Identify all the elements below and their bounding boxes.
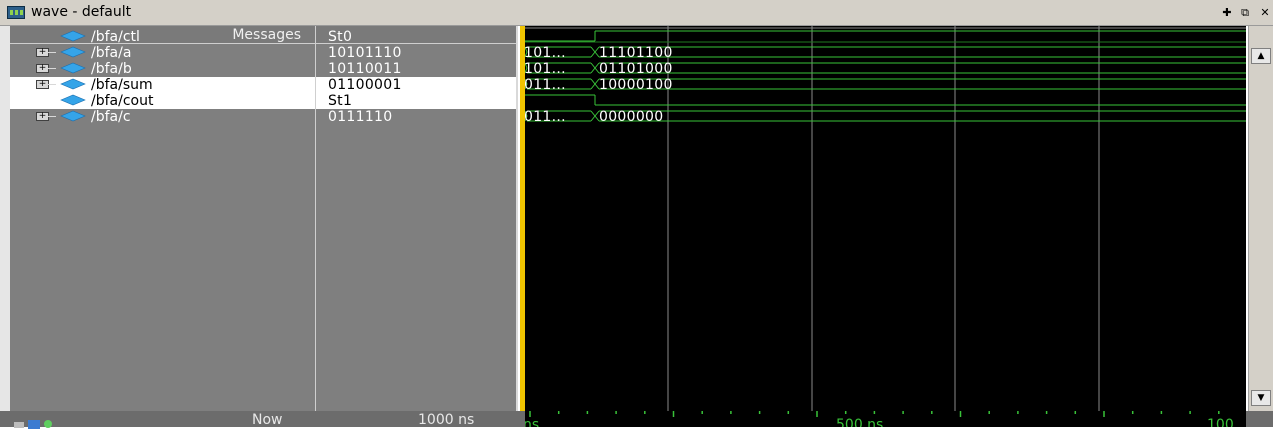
- pane-left-margin: [0, 26, 10, 427]
- signal-row[interactable]: /bfa/ctl: [10, 29, 315, 45]
- signal-value: St0: [328, 29, 353, 45]
- scroll-up-icon[interactable]: ▲: [1251, 48, 1271, 64]
- signal-value-row[interactable]: 10110011: [316, 61, 516, 77]
- signal-name: /bfa/b: [91, 61, 132, 77]
- wave-window-icon: [7, 6, 25, 19]
- signal-value: 0111110: [328, 109, 393, 125]
- bus-value-label: 0000000: [599, 109, 664, 125]
- ruler-start-label: ns: [525, 417, 540, 427]
- signal-row[interactable]: +/bfa/a: [10, 45, 315, 61]
- signal-row[interactable]: +/bfa/sum: [10, 77, 315, 93]
- undock-icon[interactable]: ⧉: [1238, 6, 1252, 19]
- signal-name: /bfa/c: [91, 109, 131, 125]
- signal-value: 10101110: [328, 45, 402, 61]
- signal-name: /bfa/ctl: [91, 29, 140, 45]
- ruler-end-label: 100: [1207, 417, 1234, 427]
- time-ruler: ns 500 ns 100: [525, 411, 1246, 427]
- signal-value: 10110011: [328, 61, 402, 77]
- bus-value-label: 101...: [525, 61, 566, 77]
- signal-value-row[interactable]: St1: [316, 93, 516, 109]
- lock-cursor-icon: [28, 420, 40, 429]
- signal-row[interactable]: +/bfa/b: [10, 61, 315, 77]
- ruler-mid-label: 500 ns: [836, 417, 884, 427]
- bus-value-label: 101...: [525, 45, 566, 61]
- vertical-scrollbar[interactable]: ▲ ▼: [1248, 26, 1273, 411]
- close-icon[interactable]: ✕: [1258, 6, 1272, 19]
- cursor-tools[interactable]: [12, 414, 72, 429]
- signal-value-row[interactable]: 10101110: [316, 45, 516, 61]
- bus-value-label: 01101000: [599, 61, 673, 77]
- signal-value-row[interactable]: St0: [316, 29, 516, 45]
- signal-value: 01100001: [328, 77, 402, 93]
- bus-value-label: 011...: [525, 109, 566, 125]
- now-label: Now: [252, 412, 283, 428]
- bus-value-label: 10000100: [599, 77, 673, 93]
- add-cursor-icon: [14, 422, 24, 428]
- bus-value-label: 011...: [525, 77, 566, 93]
- window-titlebar: wave - default ✚ ⧉ ✕: [0, 0, 1273, 26]
- signal-names-pane[interactable]: Messages /bfa/ctl +/bfa/a +/bfa/b +/bfa/sum…: [10, 26, 316, 411]
- signal-value-row[interactable]: 01100001: [316, 77, 516, 93]
- window-title: wave - default: [31, 4, 132, 20]
- dock-icon[interactable]: ✚: [1220, 6, 1234, 19]
- scroll-down-icon[interactable]: ▼: [1251, 390, 1271, 406]
- waveform-area[interactable]: 101... 11101100 101... 01101000 011... 100001…: [525, 26, 1246, 411]
- signal-value: St1: [328, 93, 353, 109]
- signal-name: /bfa/a: [91, 45, 132, 61]
- signal-values-pane[interactable]: St0 10101110 10110011 01100001 St1 0111110: [316, 26, 518, 411]
- now-value: 1000 ns: [418, 412, 475, 428]
- signal-value-row[interactable]: 0111110: [316, 109, 516, 125]
- signal-row[interactable]: /bfa/cout: [10, 93, 315, 109]
- bus-value-label: 11101100: [599, 45, 673, 61]
- signal-row[interactable]: +/bfa/c: [10, 109, 315, 125]
- signal-name: /bfa/sum: [91, 77, 153, 93]
- signal-name: /bfa/cout: [91, 93, 154, 109]
